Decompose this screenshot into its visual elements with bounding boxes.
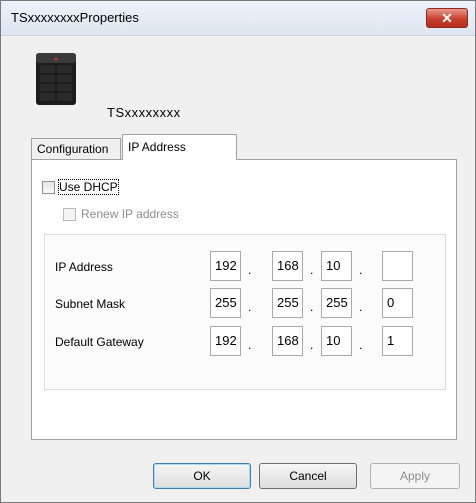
tab-label: IP Address [128,140,186,154]
close-icon: ✕ [441,10,453,26]
window-title: TSxxxxxxxxProperties [11,10,139,25]
ip-address-panel: Use DHCP Renew IP address IP Address 192… [31,159,457,440]
default-gateway-label: Default Gateway [55,335,144,349]
use-dhcp-checkbox[interactable] [42,181,55,194]
title-bar[interactable]: TSxxxxxxxxProperties ✕ [1,1,475,36]
properties-dialog: TSxxxxxxxxProperties ✕ TSxxxxxxxx Config… [0,0,476,503]
use-dhcp-label[interactable]: Use DHCP [58,179,119,195]
octet-separator: . [310,300,314,314]
tab-label: Configuration [37,142,109,156]
renew-ip-label: Renew IP address [81,207,179,221]
octet-separator: . [248,300,252,314]
octet-separator: . [359,338,363,352]
subnet-octet-3[interactable]: 255 [321,288,352,318]
octet-separator: . [310,263,314,277]
octet-separator: . [359,300,363,314]
gateway-octet-2[interactable]: 168 [272,326,303,356]
tab-ip-address[interactable]: IP Address [122,134,237,160]
octet-separator: . [310,338,314,352]
ip-settings-group: IP Address 192 . 168 . 10 . Subnet Mask … [44,234,446,390]
ip-octet-3[interactable]: 10 [321,251,352,281]
gateway-octet-4[interactable]: 1 [382,326,413,356]
close-button[interactable]: ✕ [426,8,468,28]
gateway-octet-1[interactable]: 192 [210,326,241,356]
cancel-button[interactable]: Cancel [259,463,357,489]
octet-separator: . [248,338,252,352]
ok-button[interactable]: OK [153,463,251,489]
subnet-octet-2[interactable]: 255 [272,288,303,318]
apply-button[interactable]: Apply [370,463,460,489]
ip-octet-2[interactable]: 168 [272,251,303,281]
octet-separator: . [359,263,363,277]
ip-octet-4[interactable] [382,251,413,281]
octet-separator: . [248,263,252,277]
gateway-octet-3[interactable]: 10 [321,326,352,356]
ip-octet-1[interactable]: 192 [210,251,241,281]
subnet-octet-1[interactable]: 255 [210,288,241,318]
renew-ip-checkbox[interactable] [63,208,76,221]
nas-device-icon [36,53,76,105]
device-name: TSxxxxxxxx [107,105,181,120]
subnet-octet-4[interactable]: 0 [382,288,413,318]
tab-configuration[interactable]: Configuration [31,138,121,159]
ip-address-label: IP Address [55,260,113,274]
subnet-mask-label: Subnet Mask [55,297,126,311]
